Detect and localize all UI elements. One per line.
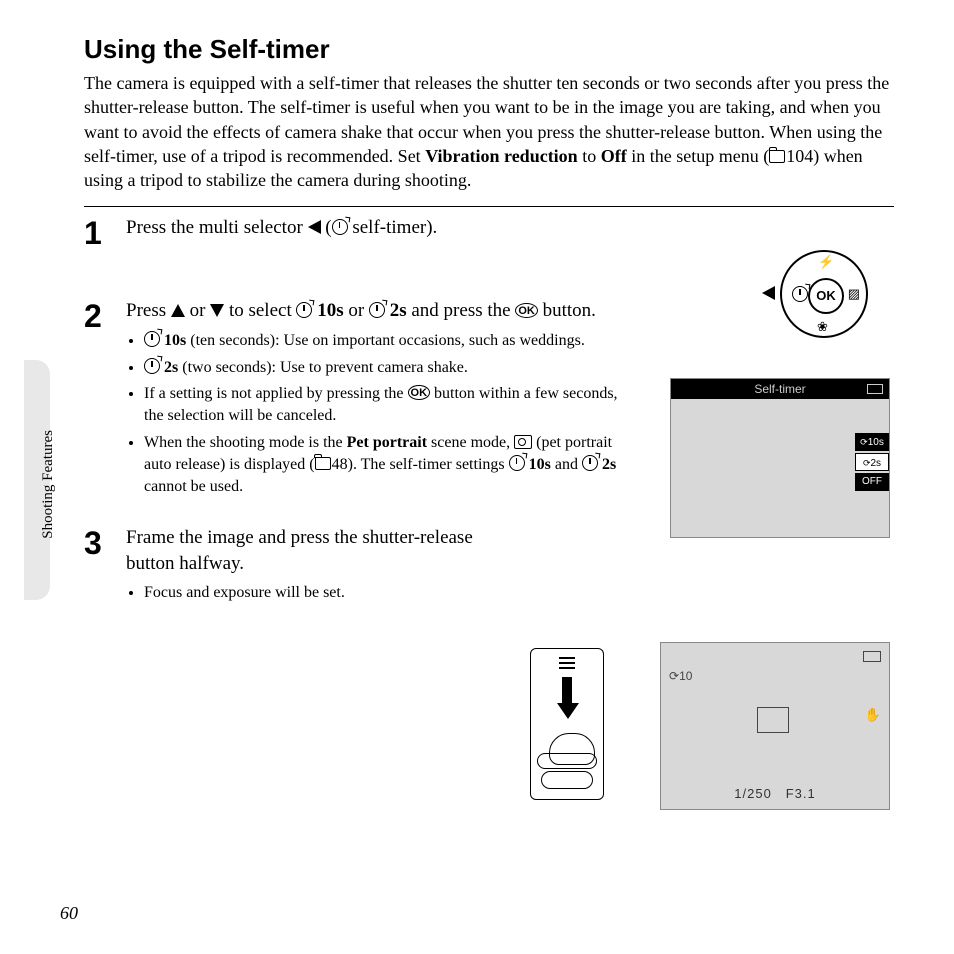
text: and [551, 456, 582, 473]
text: (ten seconds): Use on important occasion… [186, 332, 585, 349]
ok-center: OK [808, 278, 844, 314]
text: ). The self-timer settings [348, 456, 509, 473]
lcd-step3: ⟳10 ✋ 1/250 F3.1 [660, 642, 890, 810]
text: ( [321, 217, 332, 238]
step2-bullets: 10s (ten seconds): Use on important occa… [126, 330, 626, 499]
battery-icon [867, 384, 883, 394]
ok-button-icon: OK [515, 303, 538, 318]
text: and press the [407, 300, 516, 321]
book-icon [769, 150, 785, 163]
pet-portrait-icon [514, 435, 532, 449]
motion-lines [559, 657, 575, 672]
timer-options: ⟳10s ⟳2s OFF [855, 433, 889, 493]
left-arrow-icon [308, 220, 321, 234]
text-10s: 10s [164, 332, 186, 349]
text: cannot be used. [144, 478, 243, 495]
vr-icon: ✋ [865, 707, 881, 723]
text: scene mode, [427, 434, 514, 451]
book-icon [315, 457, 331, 470]
text: or [344, 300, 369, 321]
text-10s: 10s [529, 456, 551, 473]
text: If a setting is not applied by pressing … [144, 385, 408, 402]
bullet: When the shooting mode is the Pet portra… [144, 432, 626, 499]
down-arrow-icon [557, 677, 579, 719]
step-1: 1 Press the multi selector ( self-timer)… [84, 215, 894, 252]
intro-bold-off: Off [601, 146, 627, 166]
option-2s-selected: ⟳2s [855, 453, 889, 471]
ref: 48 [332, 456, 348, 473]
text: to select [224, 300, 296, 321]
text: Press the multi selector [126, 217, 308, 238]
self-timer-icon [369, 302, 385, 318]
option-off: OFF [855, 473, 889, 491]
shutter-press-illustration [530, 648, 604, 800]
text: or [185, 300, 210, 321]
text-10s: 10s [317, 300, 343, 321]
text-2s: 2s [390, 300, 407, 321]
intro-paragraph: The camera is equipped with a self-timer… [84, 71, 894, 192]
shutter-button [541, 771, 593, 789]
text: self-timer). [348, 217, 438, 238]
self-timer-icon [509, 455, 525, 471]
intro-ref: 104 [786, 146, 813, 166]
ok-button-icon: OK [408, 385, 431, 400]
self-timer-icon [582, 455, 598, 471]
separator [84, 206, 894, 207]
step1-lead: Press the multi selector ( self-timer). [126, 215, 894, 241]
step2-lead: Press or to select 10s or 2s and press t… [126, 298, 626, 324]
bullet: 10s (ten seconds): Use on important occa… [144, 330, 626, 352]
bullet: 2s (two seconds): Use to prevent camera … [144, 357, 626, 379]
exposure-comp-icon: ▨ [848, 286, 860, 302]
self-timer-icon [332, 219, 348, 235]
intro-bold-vr: Vibration reduction [425, 146, 578, 166]
self-timer-icon [144, 331, 160, 347]
lcd-title: Self-timer [671, 379, 889, 399]
self-timer-icon [144, 358, 160, 374]
step-number: 1 [84, 215, 126, 252]
text: Press [126, 300, 171, 321]
left-arrow-icon [762, 286, 775, 300]
section-label: Shooting Features [40, 430, 57, 539]
up-arrow-icon [171, 304, 185, 317]
flash-icon: ⚡ [818, 254, 834, 270]
page-number: 60 [60, 903, 78, 924]
text-2s: 2s [602, 456, 616, 473]
page-title: Using the Self-timer [84, 34, 894, 65]
self-timer-icon [792, 286, 808, 303]
focus-frame [757, 707, 789, 733]
step3-bullets: Focus and exposure will be set. [126, 582, 526, 604]
text-pet: Pet portrait [347, 434, 427, 451]
text: When the shooting mode is the [144, 434, 347, 451]
step-number: 2 [84, 298, 126, 335]
intro-text: to [578, 146, 601, 166]
self-timer-icon [296, 302, 312, 318]
lcd-step2: Self-timer ⟳10s ⟳2s OFF [670, 378, 890, 538]
intro-text: in the setup menu ( [627, 146, 769, 166]
bullet: If a setting is not applied by pressing … [144, 383, 626, 428]
option-10s: ⟳10s [855, 433, 889, 451]
manual-page: Shooting Features Using the Self-timer T… [0, 0, 954, 954]
exposure-readout: 1/250 F3.1 [661, 786, 889, 801]
step-number: 3 [84, 525, 126, 562]
bullet: Focus and exposure will be set. [144, 582, 526, 604]
shutter-button-ring [537, 753, 597, 769]
text: (two seconds): Use to prevent camera sha… [178, 359, 468, 376]
macro-icon: ❀ [817, 319, 828, 335]
text-2s: 2s [164, 359, 178, 376]
down-arrow-icon [210, 304, 224, 317]
battery-icon [863, 651, 881, 662]
multi-selector-diagram: OK ⚡ ▨ ❀ [780, 250, 868, 338]
text: button. [538, 300, 596, 321]
timer-indicator: ⟳10 [669, 669, 692, 683]
step3-lead: Frame the image and press the shutter-re… [126, 525, 526, 576]
